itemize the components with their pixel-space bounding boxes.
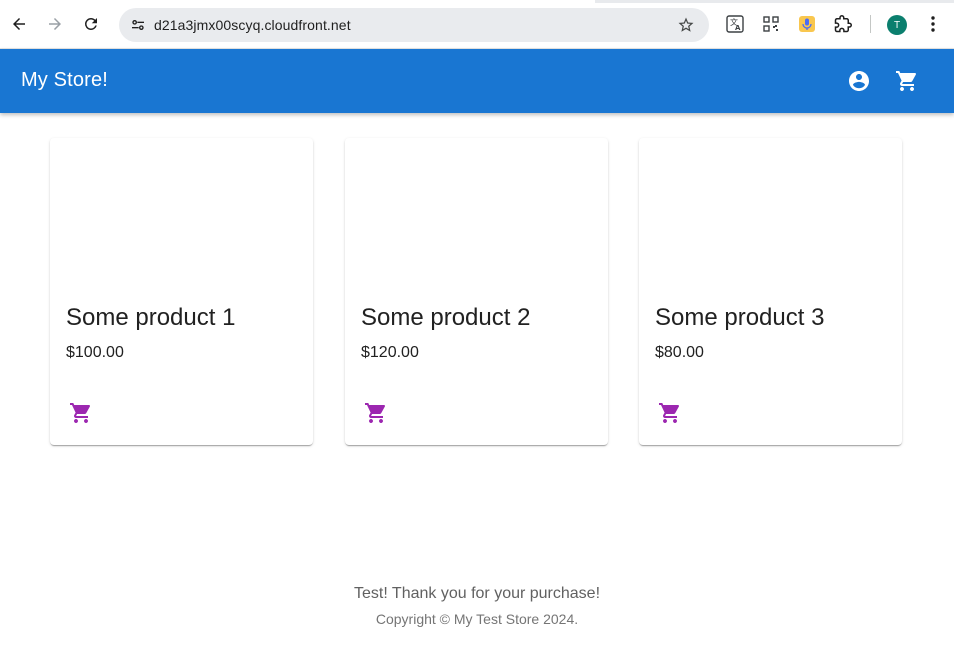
bookmark-star-icon[interactable] — [677, 16, 695, 34]
back-arrow-icon[interactable] — [8, 13, 30, 35]
product-image — [50, 138, 313, 288]
account-circle-icon[interactable] — [847, 69, 871, 93]
extensions-puzzle-icon[interactable] — [833, 14, 853, 34]
product-card: Some product 3 $80.00 — [639, 138, 902, 445]
add-to-cart-icon[interactable] — [363, 400, 389, 426]
shopping-cart-icon[interactable] — [895, 69, 919, 93]
browser-toolbar: d21a3jmx00scyq.cloudfront.net 文 A T — [0, 0, 954, 49]
add-to-cart-icon[interactable] — [657, 400, 683, 426]
forward-arrow-icon[interactable] — [44, 13, 66, 35]
add-to-cart-icon[interactable] — [68, 400, 94, 426]
qr-extension-icon[interactable] — [761, 14, 781, 34]
store-title[interactable]: My Store! — [21, 69, 108, 92]
toolbar-divider — [870, 15, 871, 33]
product-price: $100.00 — [66, 344, 124, 361]
product-image — [345, 138, 608, 288]
tab-strip — [0, 0, 954, 3]
product-price: $120.00 — [361, 344, 419, 361]
product-image — [639, 138, 902, 288]
product-name: Some product 1 — [66, 304, 236, 331]
product-card: Some product 1 $100.00 — [50, 138, 313, 445]
footer-message: Test! Thank you for your purchase! — [353, 585, 601, 602]
product-name: Some product 2 — [361, 304, 531, 331]
mic-extension-icon[interactable] — [797, 14, 817, 34]
site-info-icon[interactable] — [125, 12, 151, 38]
translate-extension-icon[interactable]: 文 A — [725, 14, 745, 34]
product-price: $80.00 — [655, 344, 704, 361]
svg-text:A: A — [735, 24, 741, 32]
product-card: Some product 2 $120.00 — [345, 138, 608, 445]
profile-avatar[interactable]: T — [887, 15, 907, 35]
app-header: My Store! — [0, 49, 954, 113]
product-name: Some product 3 — [655, 304, 825, 331]
url-text[interactable]: d21a3jmx00scyq.cloudfront.net — [154, 17, 351, 33]
more-menu-icon[interactable] — [923, 14, 943, 34]
reload-icon[interactable] — [80, 13, 102, 35]
profile-initial: T — [893, 19, 901, 31]
address-bar[interactable]: d21a3jmx00scyq.cloudfront.net — [119, 8, 709, 42]
footer-copyright: Copyright © My Test Store 2024. — [375, 611, 579, 627]
